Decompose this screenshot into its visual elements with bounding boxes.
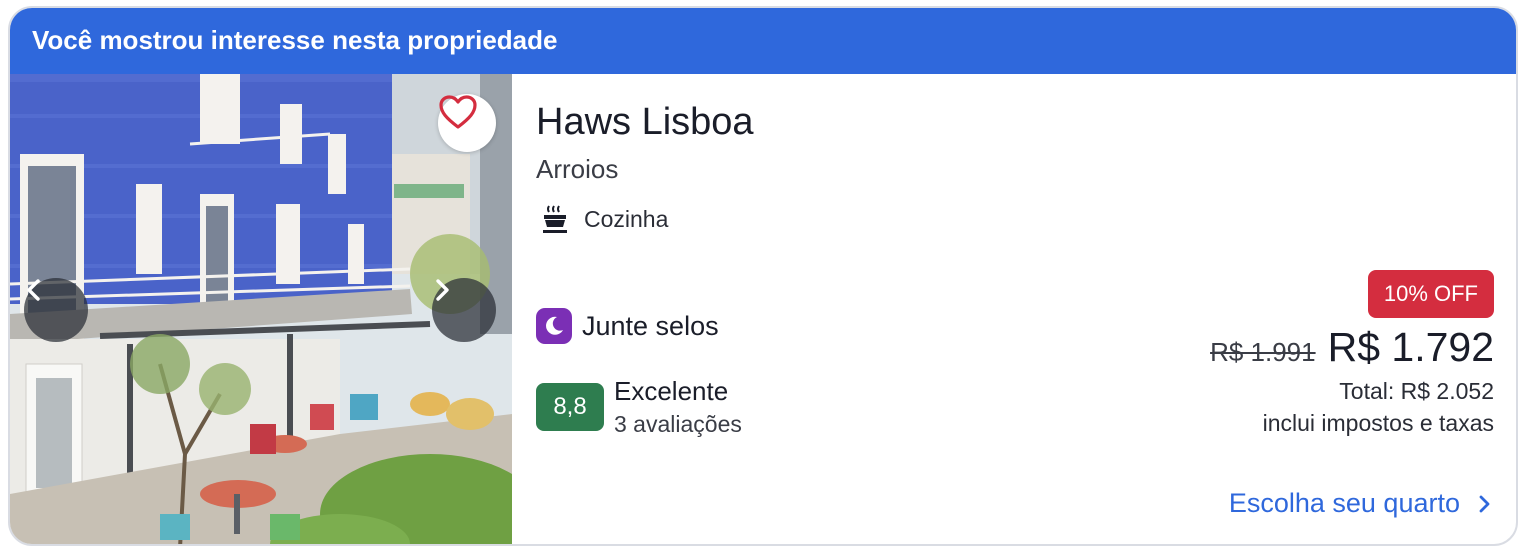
price-row: R$ 1.991 R$ 1.792 (1210, 324, 1494, 371)
amenity-label: Cozinha (584, 205, 669, 232)
kitchen-pot-icon (543, 205, 567, 233)
moon-icon (536, 308, 572, 344)
chevron-right-icon (1478, 494, 1492, 514)
discount-badge: 10% OFF (1367, 270, 1494, 318)
chevron-right-icon (436, 279, 449, 301)
carousel-prev-button[interactable] (24, 278, 88, 342)
amenity-kitchen: Cozinha (540, 204, 668, 234)
total-price: Total: R$ 2.052 (1339, 378, 1494, 404)
stamps-promo[interactable]: Junte selos (536, 308, 719, 344)
original-price: R$ 1.991 (1210, 337, 1316, 367)
property-card[interactable]: Você mostrou interesse nesta propriedade (8, 6, 1518, 546)
current-price: R$ 1.792 (1327, 324, 1494, 370)
carousel-next-button[interactable] (432, 278, 496, 342)
favorite-button[interactable] (438, 94, 496, 152)
choose-room-link[interactable]: Escolha seu quarto (1229, 488, 1492, 519)
interest-banner: Você mostrou interesse nesta propriedade (10, 8, 1516, 74)
property-name[interactable]: Haws Lisboa (536, 101, 754, 144)
taxes-note: inclui impostos e taxas (1262, 410, 1494, 436)
property-location: Arroios (536, 154, 619, 184)
rating-block: 8,8 Excelente 3 avaliações (536, 376, 742, 438)
heart-icon (439, 95, 477, 129)
chevron-left-icon (27, 279, 40, 301)
rating-score-badge: 8,8 (536, 383, 604, 431)
banner-text: Você mostrou interesse nesta propriedade (32, 25, 558, 55)
choose-room-label: Escolha seu quarto (1228, 488, 1460, 518)
review-count: 3 avaliações (614, 411, 742, 437)
stamps-label: Junte selos (582, 310, 719, 341)
rating-label: Excelente (614, 376, 729, 406)
property-photo-carousel[interactable] (10, 74, 512, 544)
